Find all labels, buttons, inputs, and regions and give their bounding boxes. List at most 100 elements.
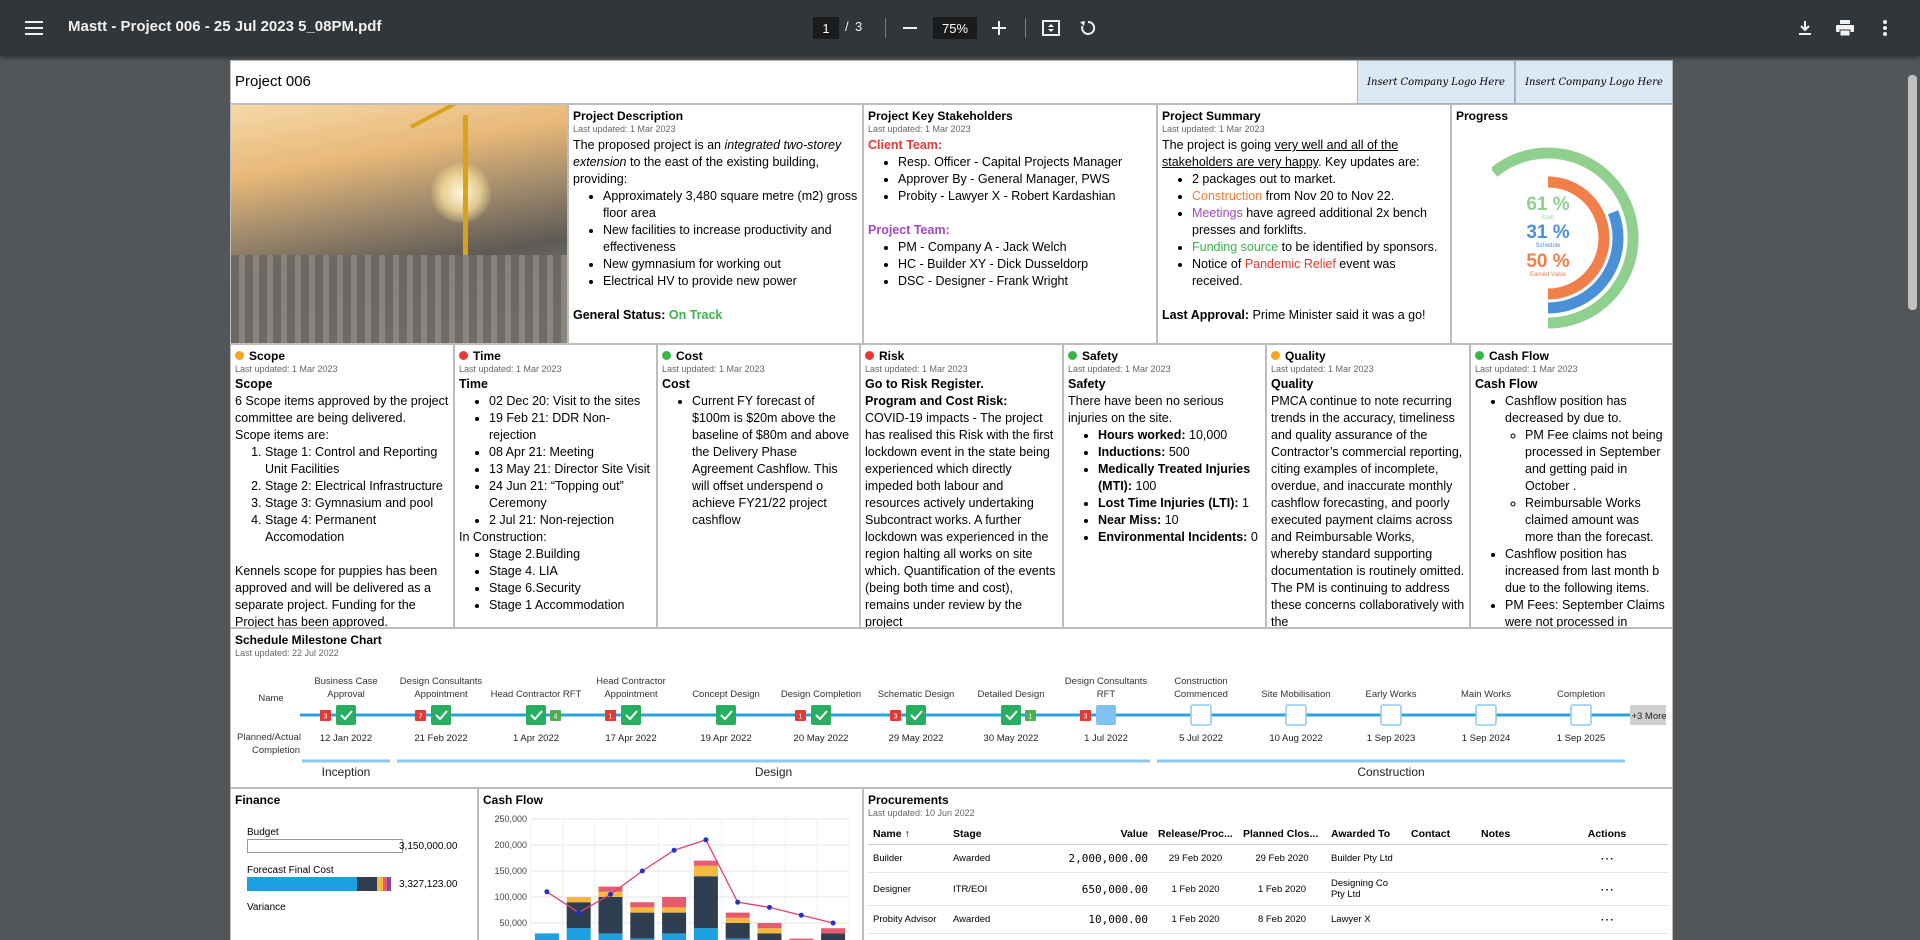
cell-value: 650,000.00 bbox=[1033, 872, 1153, 906]
column-header-stage[interactable]: Stage bbox=[948, 824, 1033, 845]
milestone-pending-icon bbox=[1570, 704, 1592, 726]
cashflow-bar-segment bbox=[757, 933, 782, 940]
milestone[interactable]: Business Case Approval 3 12 Jan 2022 bbox=[314, 676, 377, 744]
cell-release: 1 Feb 2020 bbox=[1153, 905, 1238, 934]
metric-value: 500 bbox=[1165, 445, 1190, 459]
cell-name: Probity Advisor bbox=[868, 905, 948, 934]
time-title: Time bbox=[459, 377, 488, 391]
milestone-name: Commenced bbox=[1174, 689, 1228, 700]
list-item: New facilities to increase productivity … bbox=[603, 222, 858, 256]
column-header-value[interactable]: Value bbox=[1033, 824, 1153, 845]
download-icon[interactable] bbox=[1787, 10, 1823, 46]
milestone-date: 29 May 2022 bbox=[889, 733, 944, 744]
zoom-in-icon[interactable] bbox=[981, 10, 1017, 46]
milestone-date: 1 Jul 2022 bbox=[1084, 733, 1128, 744]
milestone[interactable]: Design Consultants RFT 3 1 Jul 2022 bbox=[1065, 676, 1148, 744]
risk-register-link[interactable]: Go to Risk Register. bbox=[865, 377, 984, 391]
list-item: Notice of Pandemic Relief event was rece… bbox=[1192, 256, 1446, 290]
cashflow-bar-segment bbox=[598, 886, 623, 892]
summary-intro-end: . Key updates are: bbox=[1318, 155, 1420, 169]
scope-heading: Scope bbox=[249, 349, 286, 363]
milestone-pending-icon bbox=[1475, 704, 1497, 726]
column-header-planned-close[interactable]: Planned Clos... bbox=[1238, 824, 1326, 845]
column-header-release[interactable]: Release/Proc... bbox=[1153, 824, 1238, 845]
list-item: Approximately 3,480 square metre (m2) gr… bbox=[603, 188, 858, 222]
forecast-value: 3,327,123.00 bbox=[399, 879, 458, 890]
table-header-row: Name ↑ Stage Value Release/Proc... Plann… bbox=[868, 824, 1668, 845]
phase-label: Construction bbox=[1357, 765, 1424, 779]
list-item: Stage 3: Gymnasium and pool bbox=[265, 495, 449, 512]
highlight-construction: Construction bbox=[1192, 189, 1263, 203]
row-actions-icon[interactable]: ⋯ bbox=[1546, 905, 1668, 934]
cost-panel: Cost Last updated: 1 Mar 2023 Cost Curre… bbox=[657, 344, 860, 628]
line-point bbox=[639, 868, 645, 874]
page-number-input[interactable]: 1 bbox=[813, 17, 839, 39]
row-actions-icon[interactable]: ⋯ bbox=[1546, 844, 1668, 873]
list-item: Current FY forecast of $100m is $20m abo… bbox=[692, 393, 855, 529]
cell-notes bbox=[1476, 905, 1546, 934]
zoom-out-icon[interactable] bbox=[892, 10, 928, 46]
list-item: Inductions: 500 bbox=[1098, 444, 1261, 461]
zoom-input[interactable]: 75% bbox=[933, 17, 977, 39]
list-item: Meetings have agreed additional 2x bench… bbox=[1192, 205, 1446, 239]
column-header-awarded-to[interactable]: Awarded To bbox=[1326, 824, 1406, 845]
cashflow-bar-segment bbox=[630, 912, 655, 939]
milestone[interactable]: Design Consultants Appointment 7 21 Feb 202… bbox=[400, 676, 483, 744]
more-options-icon[interactable] bbox=[1867, 10, 1903, 46]
late-days: 7 bbox=[419, 714, 423, 721]
fit-page-icon[interactable] bbox=[1033, 10, 1069, 46]
milestone-name: Detailed Design bbox=[977, 689, 1044, 700]
milestone-complete-icon bbox=[1001, 705, 1021, 725]
cashflow-bar-segment bbox=[821, 933, 846, 940]
line-point bbox=[671, 847, 677, 853]
scrollbar-thumb[interactable] bbox=[1908, 75, 1917, 310]
milestone-name-line1: Design Consultants bbox=[400, 676, 483, 687]
column-header-name[interactable]: Name ↑ bbox=[868, 824, 948, 845]
list-item: PM - Company A - Jack Welch bbox=[898, 239, 1152, 256]
list-item: New gymnasium for working out bbox=[603, 256, 858, 273]
milestone-date: 20 May 2022 bbox=[794, 733, 849, 744]
budget-bar bbox=[247, 839, 403, 853]
table-row[interactable]: Builder Awarded 2,000,000.00 29 Feb 2020… bbox=[868, 844, 1668, 873]
list-item: HC - Builder XY - Dick Dusseldorp bbox=[898, 256, 1152, 273]
menu-icon[interactable] bbox=[16, 10, 52, 46]
column-header-contact[interactable]: Contact bbox=[1406, 824, 1476, 845]
table-row[interactable]: Probity Advisor Awarded 10,000.00 1 Feb … bbox=[868, 905, 1668, 934]
progress-panel: Progress 61 % Cost 31 % Schedule 50 % Ea… bbox=[1451, 104, 1673, 344]
page-total: 3 bbox=[855, 19, 863, 34]
status-dot-red bbox=[459, 351, 468, 360]
scope-panel: Scope Last updated: 1 Mar 2023 Scope 6 S… bbox=[230, 344, 454, 628]
list-item: 2 packages out to market. bbox=[1192, 171, 1446, 188]
column-header-notes[interactable]: Notes bbox=[1476, 824, 1546, 845]
milestone[interactable]: Construction Commenced 5 Jul 2022 bbox=[1174, 676, 1228, 744]
print-icon[interactable] bbox=[1827, 10, 1863, 46]
rotate-icon[interactable] bbox=[1070, 10, 1106, 46]
milestone-date: 21 Feb 2022 bbox=[414, 733, 467, 744]
approval-text: Prime Minister said it was a go! bbox=[1249, 308, 1426, 322]
table-row[interactable]: Designer ITR/EOI 650,000.00 1 Feb 2020 1… bbox=[868, 872, 1668, 906]
schedule-percent: 31 % bbox=[1526, 222, 1569, 243]
schedule-heading: Schedule Milestone Chart bbox=[235, 633, 382, 647]
milestone-name: Early Works bbox=[1365, 689, 1416, 700]
safety-text: There have been no serious injuries on t… bbox=[1068, 394, 1224, 425]
page-separator: / bbox=[845, 19, 849, 34]
status-dot-green bbox=[1068, 351, 1077, 360]
company-logo-placeholder-1: Insert Company Logo Here bbox=[1357, 60, 1515, 104]
milestone-name-line1: Business Case bbox=[314, 676, 377, 687]
milestones-group: Business Case Approval 3 12 Jan 2022 Design … bbox=[302, 676, 1625, 779]
cashflow-text: Cashflow position has decreased by due t… bbox=[1505, 394, 1627, 425]
cashflow-bar-segment bbox=[566, 902, 591, 929]
list-item: DSC - Designer - Frank Wright bbox=[898, 273, 1152, 290]
milestone-date: 1 Sep 2025 bbox=[1557, 733, 1606, 744]
late-days: 3 bbox=[324, 714, 328, 721]
description-text: The proposed project is an bbox=[573, 138, 725, 152]
forecast-label: Forecast Final Cost bbox=[247, 865, 334, 876]
risk-title: Program and Cost Risk: bbox=[865, 394, 1008, 408]
client-team-label: Client Team: bbox=[868, 138, 943, 152]
project-summary-panel: Project Summary Last updated: 1 Mar 2023… bbox=[1157, 104, 1451, 344]
row-actions-icon[interactable]: ⋯ bbox=[1546, 872, 1668, 906]
milestone[interactable]: Head Contractor Appointment 1 17 Apr 2022 bbox=[596, 676, 666, 744]
cell-contact bbox=[1406, 872, 1476, 906]
sort-ascending-icon[interactable]: ↑ bbox=[905, 828, 910, 840]
forecast-bar bbox=[247, 877, 391, 891]
